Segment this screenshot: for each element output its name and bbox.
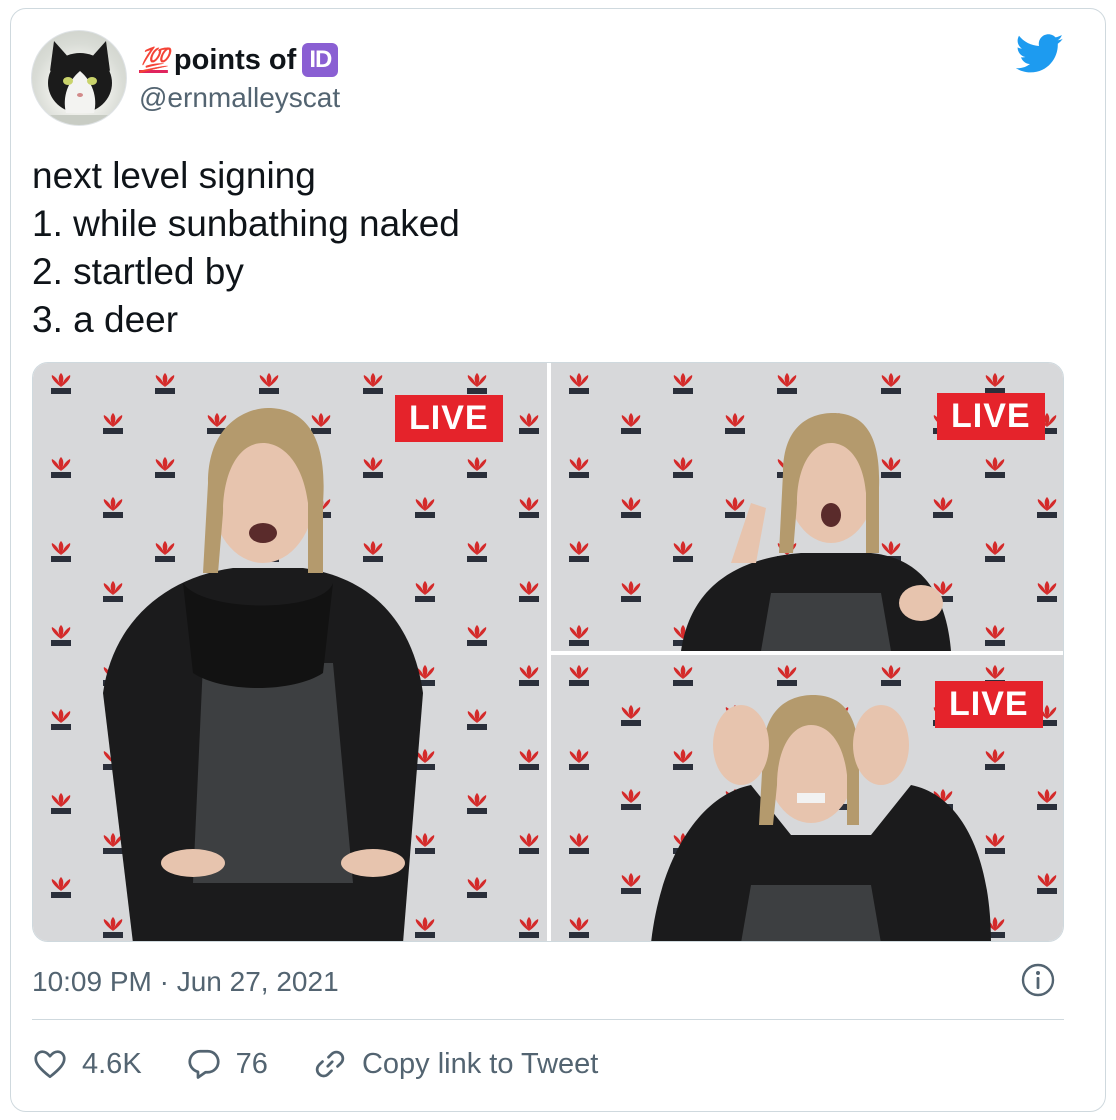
twitter-bird-icon[interactable] [1016, 34, 1064, 74]
reply-count: 76 [235, 1047, 268, 1080]
photo-2[interactable]: LIVE [551, 363, 1063, 651]
avatar[interactable] [31, 30, 127, 126]
info-icon[interactable] [1020, 962, 1056, 998]
tweet-line: 3. a deer [32, 299, 179, 340]
reply-bubble-icon [188, 1049, 220, 1079]
interpreter-photo [33, 363, 547, 941]
like-count: 4.6K [82, 1047, 142, 1080]
tweet-line: 2. startled by [32, 251, 244, 292]
tweet-actions: 4.6K 76 Copy link to Tweet [32, 1040, 642, 1088]
reply-button[interactable]: 76 [186, 1046, 268, 1082]
tweet-text: next level signing 1. while sunbathing n… [32, 152, 1032, 344]
hundred-points-icon: 💯 [139, 46, 169, 74]
live-badge: LIVE [395, 395, 503, 442]
tweet-timestamp[interactable]: 10:09 PM · Jun 27, 2021 [32, 966, 339, 998]
heart-icon [34, 1050, 66, 1079]
media-grid: LIVE LIVE LIVE [32, 362, 1064, 942]
tweet-line: 1. while sunbathing naked [32, 203, 460, 244]
like-button[interactable]: 4.6K [32, 1046, 142, 1082]
user-handle[interactable]: @ernmalleyscat [139, 82, 340, 114]
copy-link-label: Copy link to Tweet [361, 1047, 599, 1080]
link-icon [315, 1050, 345, 1078]
live-badge: LIVE [937, 393, 1045, 440]
cat-avatar-icon [32, 41, 126, 125]
live-badge: LIVE [935, 681, 1043, 728]
photo-1[interactable]: LIVE [33, 363, 547, 941]
display-name[interactable]: 💯 points of ID [139, 40, 339, 80]
id-emoji-icon: ID [302, 43, 339, 77]
display-name-text: points of [173, 43, 297, 76]
copy-link-button[interactable]: Copy link to Tweet [312, 1046, 598, 1082]
divider [32, 1019, 1064, 1020]
tweet-line: next level signing [32, 155, 316, 196]
photo-3[interactable]: LIVE [551, 655, 1063, 941]
